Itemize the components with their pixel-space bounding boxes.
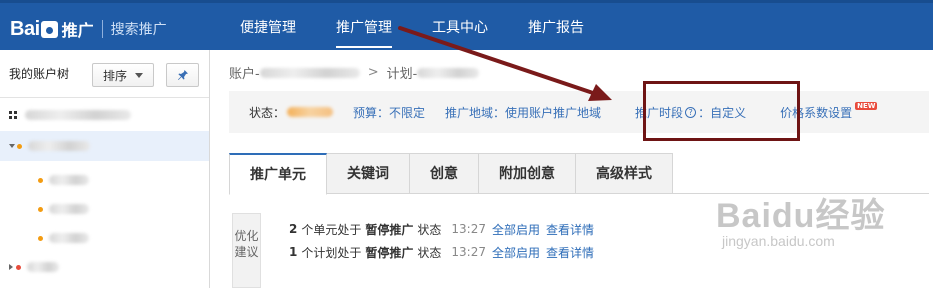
tree-item-unit[interactable]: [38, 165, 89, 195]
pin-button[interactable]: [166, 63, 199, 87]
suggestion-count: 1: [289, 245, 298, 259]
breadcrumb-plan-label: 计划-: [386, 67, 418, 82]
suggestion-row: 2 个单元处于 暂停推广 状态 13:27 全部启用 查看详情: [289, 219, 600, 239]
nav-item-promotion-manage[interactable]: 推广管理: [336, 3, 392, 53]
breadcrumb-account-label[interactable]: 账户-: [229, 63, 260, 82]
tab-creative[interactable]: 创意: [410, 153, 479, 194]
sort-label: 排序: [103, 68, 128, 83]
pin-icon: [177, 70, 188, 80]
expand-icon: [9, 144, 15, 148]
tab-keywords[interactable]: 关键词: [327, 153, 410, 194]
unit-name-redacted: [49, 175, 89, 185]
plan-status-label: 状态：: [249, 105, 286, 120]
suggestion-count: 2: [289, 222, 298, 236]
enable-all-link[interactable]: 全部启用: [492, 221, 540, 238]
status-dot-icon: [38, 206, 43, 212]
nav-item-tool-center[interactable]: 工具中心: [432, 3, 488, 53]
tree-item-selected-plan[interactable]: [0, 131, 209, 161]
view-details-link[interactable]: 查看详情: [546, 244, 594, 261]
tree-item-unit[interactable]: [38, 223, 89, 253]
annotation-highlight-box: [643, 81, 800, 141]
baidu-jingyan-watermark: Baidu经验 jingyan.baidu.com: [716, 188, 885, 249]
status-dot-icon: [16, 264, 21, 270]
suggestion-time: 13:27: [451, 222, 486, 236]
nav-item-promotion-report[interactable]: 推广报告: [528, 3, 584, 53]
logo-text-suffix: 推广: [61, 21, 94, 40]
breadcrumb-account-redacted: [259, 67, 360, 78]
plan-region[interactable]: 推广地域：使用账户推广地域: [445, 104, 601, 121]
suggestion-text-suffix: 状态: [417, 222, 442, 237]
tree-item-collapsed-plan[interactable]: [9, 252, 59, 282]
suggestion-time: 13:27: [451, 245, 486, 259]
plan-budget[interactable]: 预算：不限定: [353, 104, 425, 121]
plan-status: 状态：: [249, 104, 334, 121]
nav-item-quick-manage[interactable]: 便捷管理: [240, 3, 296, 53]
breadcrumb: 账户- > 计划-: [229, 63, 480, 82]
enable-all-link[interactable]: 全部启用: [492, 244, 540, 261]
suggestion-text: 个单元处于: [301, 222, 362, 237]
sidebar-title: 我的账户树: [9, 67, 70, 81]
status-dot-icon: [17, 143, 22, 149]
expand-icon: [9, 264, 13, 270]
plan-info-bar: 状态： 预算：不限定 推广地域：使用账户推广地域 推广时段 ? ：自定义 价格系…: [229, 91, 929, 133]
main-nav: 便捷管理 推广管理 工具中心 推广报告: [240, 3, 624, 53]
tree-item-unit[interactable]: [38, 194, 89, 224]
account-name-redacted: [25, 109, 131, 120]
product-name: 搜索推广: [110, 22, 167, 38]
plan-name-redacted: [27, 262, 59, 272]
account-root-row[interactable]: [0, 98, 209, 132]
watermark-title: Baidu经验: [716, 197, 886, 235]
tab-extra-creative[interactable]: 附加创意: [479, 153, 576, 194]
baidu-logo[interactable]: Bai 推广 搜索推广: [10, 17, 167, 41]
view-details-link[interactable]: 查看详情: [546, 221, 594, 238]
plan-budget-text: 预算：不限定: [353, 105, 426, 120]
tab-promotion-unit[interactable]: 推广单元: [229, 153, 327, 195]
account-tree-sidebar: 我的账户树 排序: [0, 50, 210, 288]
paw-icon: [40, 20, 58, 38]
account-grid-icon: [9, 110, 17, 119]
suggestion-status: 暂停推广: [365, 245, 414, 260]
breadcrumb-separator-icon: >: [367, 65, 379, 80]
status-dot-icon: [38, 177, 43, 183]
main-content: 账户- > 计划- 状态： 预算：不限定 推广地域：使用账户推广地域 推广时段 …: [211, 50, 933, 288]
top-nav-bar: Bai 推广 搜索推广 便捷管理 推广管理 工具中心 推广报告: [0, 0, 933, 50]
sort-dropdown[interactable]: 排序: [92, 63, 154, 87]
suggestion-text: 个计划处于: [301, 245, 362, 260]
status-dot-icon: [38, 235, 43, 241]
plan-region-text: 推广地域：使用账户推广地域: [445, 105, 602, 120]
breadcrumb-plan-redacted: [417, 67, 480, 78]
chevron-down-icon: [135, 72, 144, 78]
suggestion-row: 1 个计划处于 暂停推广 状态 13:27 全部启用 查看详情: [289, 242, 600, 262]
suggestions-label: 优化建议: [232, 213, 261, 288]
suggestion-text-suffix: 状态: [417, 245, 442, 260]
logo-divider: [101, 20, 103, 38]
suggestion-status: 暂停推广: [365, 222, 414, 237]
plan-status-redacted: [287, 107, 334, 117]
new-badge: NEW: [855, 102, 878, 110]
tab-advanced-style[interactable]: 高级样式: [576, 153, 673, 194]
unit-name-redacted: [49, 204, 89, 214]
unit-name-redacted: [49, 233, 89, 243]
logo-text: Bai: [10, 17, 40, 40]
plan-name-redacted: [28, 141, 90, 151]
